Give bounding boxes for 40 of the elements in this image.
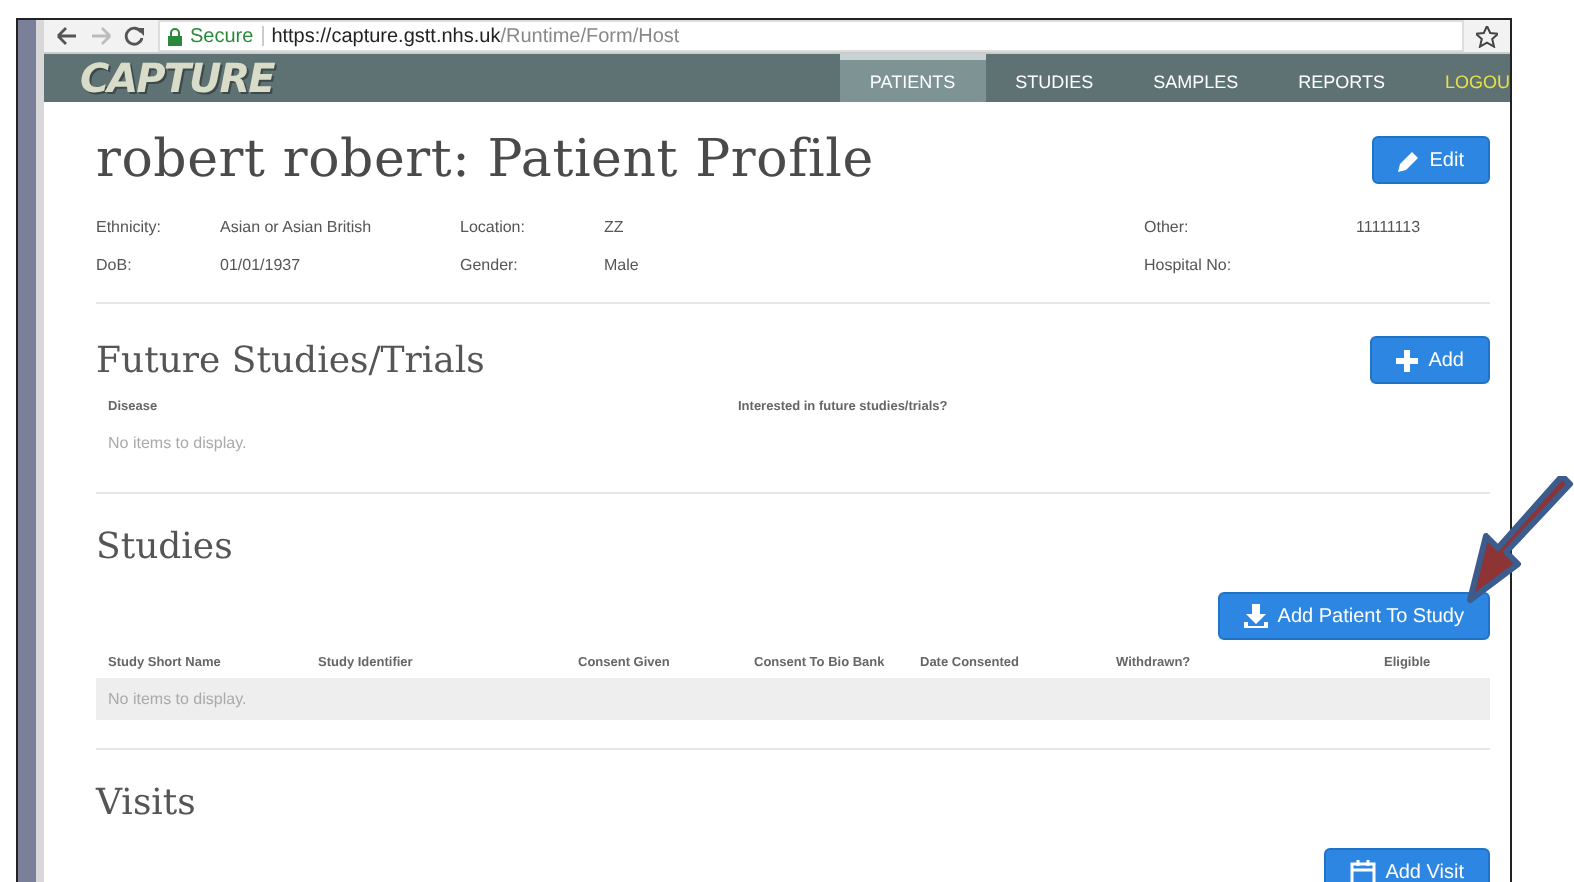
field-value: ZZ <box>604 218 626 236</box>
section-heading: Future Studies/Trials <box>96 339 485 381</box>
pointer-arrow <box>1466 476 1574 604</box>
forward-icon <box>90 26 112 46</box>
field-value: Asian or Asian British <box>220 218 374 236</box>
address-bar[interactable]: Secure https://capture.gstt.nhs.uk/Runtime/Form/Host <box>158 20 1464 52</box>
field-label: Location: <box>460 218 527 236</box>
nav-tab[interactable]: SAMPLES <box>1123 54 1269 102</box>
plus-icon <box>1396 349 1419 371</box>
field-value: Male <box>604 256 641 274</box>
download-icon <box>1243 604 1268 628</box>
calendar-icon <box>1349 859 1376 882</box>
app-logo: CAPTURE <box>80 54 274 102</box>
field-label: Ethnicity: <box>96 218 163 236</box>
star-icon <box>1476 25 1498 47</box>
empty-message: No items to display. <box>108 434 249 452</box>
add-button[interactable]: Add Patient To Study <box>1217 592 1490 640</box>
page-title: robert robert: Patient Profile <box>96 130 874 190</box>
field-label: Other: <box>1144 218 1191 236</box>
add-button[interactable]: Add Visit <box>1323 848 1490 882</box>
field-value: 01/01/1937 <box>220 256 303 274</box>
reload-icon <box>124 26 146 46</box>
edit-button[interactable]: Edit <box>1371 136 1490 184</box>
url-text: https://capture.gstt.nhs.uk/Runtime/Form/Host <box>271 25 680 47</box>
empty-message: No items to display. <box>108 690 249 708</box>
logout-link[interactable]: LOGOU <box>1414 54 1510 102</box>
lock-icon <box>168 27 182 45</box>
nav-tab[interactable]: REPORTS <box>1268 54 1415 102</box>
add-button[interactable]: Add <box>1370 336 1490 384</box>
field-value: 11111113 <box>1356 218 1423 236</box>
section-heading: Studies <box>96 526 233 568</box>
pencil-icon <box>1397 149 1420 171</box>
section-heading: Visits <box>96 782 196 824</box>
secure-label: Secure <box>190 25 254 47</box>
field-label: Hospital No: <box>1144 256 1234 274</box>
field-label: DoB: <box>96 256 134 274</box>
back-icon <box>56 26 78 46</box>
field-label: Gender: <box>460 256 520 274</box>
nav-tab[interactable]: PATIENTS <box>839 54 986 102</box>
nav-tab[interactable]: STUDIES <box>985 54 1124 102</box>
